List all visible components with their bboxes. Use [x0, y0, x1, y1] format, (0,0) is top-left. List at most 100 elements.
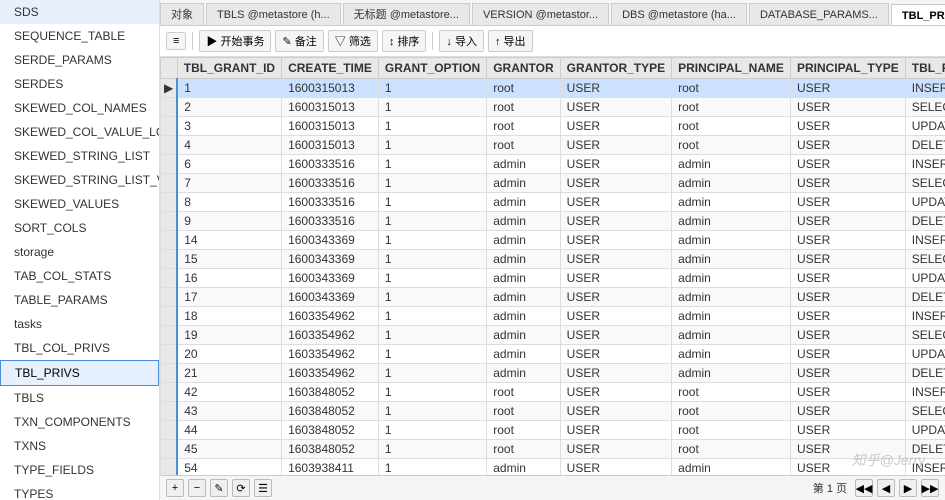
cell-principal_type: USER — [790, 269, 905, 288]
cell-tbl_grant_id: 45 — [177, 440, 281, 459]
refresh-button[interactable]: ⟳ — [232, 479, 250, 497]
table-row[interactable]: 2016033549621adminUSERadminUSERUPDATE105… — [161, 345, 945, 364]
table-row[interactable]: 916003335161adminUSERadminUSERDELETE1044… — [161, 212, 945, 231]
cell-grantor: root — [487, 117, 560, 136]
sidebar-item-serdes[interactable]: SERDES — [0, 72, 159, 96]
menu-row-button[interactable]: ☰ — [254, 479, 272, 497]
column-header-principal_type[interactable]: PRINCIPAL_TYPE — [790, 58, 905, 79]
cell-tbl_priv: INSERT — [905, 155, 945, 174]
tab-5[interactable]: DATABASE_PARAMS... — [749, 3, 889, 25]
cell-grant_option: 1 — [378, 174, 486, 193]
tab-3[interactable]: VERSION @metastor... — [472, 3, 609, 25]
tab-4[interactable]: DBS @metastore (ha... — [611, 3, 747, 25]
column-header-tbl_priv[interactable]: TBL_PRIV — [905, 58, 945, 79]
sidebar-item-tab-col-stats[interactable]: TAB_COL_STATS — [0, 264, 159, 288]
sidebar-item-skewed-string-list-values[interactable]: SKEWED_STRING_LIST_VALUES — [0, 168, 159, 192]
row-indicator: ▶ — [161, 79, 178, 98]
cell-grant_option: 1 — [378, 212, 486, 231]
table-row[interactable]: ▶116003150131rootUSERrootUSERINSERT4331 — [161, 79, 945, 98]
add-row-button[interactable]: + — [166, 479, 184, 497]
table-row[interactable]: 2116033549621adminUSERadminUSERDELETE105… — [161, 364, 945, 383]
row-indicator — [161, 231, 178, 250]
sidebar-item-txns[interactable]: TXNS — [0, 434, 159, 458]
cell-grantor_type: USER — [560, 440, 671, 459]
filter-button[interactable]: ▽ 筛选 — [328, 30, 378, 52]
sidebar-item-sort-cols[interactable]: SORT_COLS — [0, 216, 159, 240]
table-row[interactable]: 1416003433691adminUSERadminUSERINSERT104… — [161, 231, 945, 250]
cell-principal_name: admin — [672, 155, 791, 174]
first-page-button[interactable]: ◀◀ — [855, 479, 873, 497]
sidebar-item-skewed-values[interactable]: SKEWED_VALUES — [0, 192, 159, 216]
cell-grantor_type: USER — [560, 79, 671, 98]
column-header-principal_name[interactable]: PRINCIPAL_NAME — [672, 58, 791, 79]
comment-button[interactable]: ✎ 备注 — [275, 30, 323, 52]
sidebar-item-tbl-col-privs[interactable]: TBL_COL_PRIVS — [0, 336, 159, 360]
edit-row-button[interactable]: ✎ — [210, 479, 228, 497]
sidebar-item-tbls[interactable]: TBLS — [0, 386, 159, 410]
cell-grant_option: 1 — [378, 117, 486, 136]
sidebar-item-table-params[interactable]: TABLE_PARAMS — [0, 288, 159, 312]
cell-grant_option: 1 — [378, 459, 486, 476]
export-button[interactable]: ↑ 导出 — [488, 30, 533, 52]
sidebar-item-txn-components[interactable]: TXN_COMPONENTS — [0, 410, 159, 434]
tab-1[interactable]: TBLS @metastore (h... — [206, 3, 341, 25]
import-button[interactable]: ↓ 导入 — [439, 30, 484, 52]
table-row[interactable]: 4516038480521rootUSERrootUSERDELETE12151 — [161, 440, 945, 459]
column-header-grant_option[interactable]: GRANT_OPTION — [378, 58, 486, 79]
table-row[interactable]: 4216038480521rootUSERrootUSERINSERT12151 — [161, 383, 945, 402]
tab-6[interactable]: TBL_PRIVS @metasto... — [891, 4, 945, 26]
column-header-grantor[interactable]: GRANTOR — [487, 58, 560, 79]
toolbar: ≡ ▶ 开始事务 ✎ 备注 ▽ 筛选 ↕ 排序 ↓ 导入 ↑ 导出 — [160, 26, 945, 57]
prev-page-button[interactable]: ◀ — [877, 479, 895, 497]
next-page-button[interactable]: ▶ — [899, 479, 917, 497]
sort-button[interactable]: ↕ 排序 — [382, 30, 427, 52]
sidebar-item-skewed-col-names[interactable]: SKEWED_COL_NAMES — [0, 96, 159, 120]
cell-tbl_grant_id: 7 — [177, 174, 281, 193]
table-row[interactable]: 216003150131rootUSERrootUSERSELECT4331 — [161, 98, 945, 117]
cell-grant_option: 1 — [378, 421, 486, 440]
table-row[interactable]: 716003335161adminUSERadminUSERSELECT1044… — [161, 174, 945, 193]
sidebar-item-storage[interactable]: storage — [0, 240, 159, 264]
table-row[interactable]: 816003335161adminUSERadminUSERUPDATE1044… — [161, 193, 945, 212]
table-row[interactable]: 416003150131rootUSERrootUSERDELETE4331 — [161, 136, 945, 155]
sidebar-item-skewed-col-value-loc-map[interactable]: SKEWED_COL_VALUE_LOC_MAP — [0, 120, 159, 144]
delete-row-button[interactable]: − — [188, 479, 206, 497]
tab-0[interactable]: 对象 — [160, 3, 204, 25]
start-transaction-button[interactable]: ▶ 开始事务 — [199, 30, 271, 52]
cell-principal_type: USER — [790, 307, 905, 326]
cell-tbl_priv: INSERT — [905, 231, 945, 250]
cell-principal_name: admin — [672, 326, 791, 345]
table-row[interactable]: 1516003433691adminUSERadminUSERSELECT104… — [161, 250, 945, 269]
cell-grant_option: 1 — [378, 269, 486, 288]
table-row[interactable]: 5416039384111adminUSERadminUSERINSERT124… — [161, 459, 945, 476]
column-header-tbl_grant_id[interactable]: TBL_GRANT_ID — [177, 58, 281, 79]
sidebar-item-sds[interactable]: SDS — [0, 0, 159, 24]
sidebar-item-tasks[interactable]: tasks — [0, 312, 159, 336]
table-row[interactable]: 1616003433691adminUSERadminUSERUPDATE104… — [161, 269, 945, 288]
last-page-button[interactable]: ▶▶ — [921, 479, 939, 497]
menu-button[interactable]: ≡ — [166, 32, 186, 50]
column-header-create_time[interactable]: CREATE_TIME — [282, 58, 379, 79]
cell-tbl_grant_id: 6 — [177, 155, 281, 174]
column-header-grantor_type[interactable]: GRANTOR_TYPE — [560, 58, 671, 79]
table-row[interactable]: 1916033549621adminUSERadminUSERSELECT105… — [161, 326, 945, 345]
sidebar-item-types[interactable]: TYPES — [0, 482, 159, 500]
table-row[interactable]: 4316038480521rootUSERrootUSERSELECT12151 — [161, 402, 945, 421]
sidebar-item-tbl-privs[interactable]: TBL_PRIVS — [0, 360, 159, 386]
page-info: 第 1 页 — [813, 480, 847, 496]
cell-tbl_priv: UPDATE — [905, 193, 945, 212]
row-indicator — [161, 326, 178, 345]
sidebar-item-skewed-string-list[interactable]: SKEWED_STRING_LIST — [0, 144, 159, 168]
table-row[interactable]: 616003335161adminUSERadminUSERINSERT1044… — [161, 155, 945, 174]
table-row[interactable]: 4416038480521rootUSERrootUSERUPDATE12151 — [161, 421, 945, 440]
table-row[interactable]: 1816033549621adminUSERadminUSERINSERT105… — [161, 307, 945, 326]
cell-grant_option: 1 — [378, 98, 486, 117]
sidebar-item-serde-params[interactable]: SERDE_PARAMS — [0, 48, 159, 72]
table-row[interactable]: 1716003433691adminUSERadminUSERDELETE104… — [161, 288, 945, 307]
sidebar-item-sequence-table[interactable]: SEQUENCE_TABLE — [0, 24, 159, 48]
table-row[interactable]: 316003150131rootUSERrootUSERUPDATE4331 — [161, 117, 945, 136]
tab-2[interactable]: 无标题 @metastore... — [343, 3, 470, 25]
cell-grantor: root — [487, 383, 560, 402]
cell-grantor_type: USER — [560, 250, 671, 269]
sidebar-item-type-fields[interactable]: TYPE_FIELDS — [0, 458, 159, 482]
